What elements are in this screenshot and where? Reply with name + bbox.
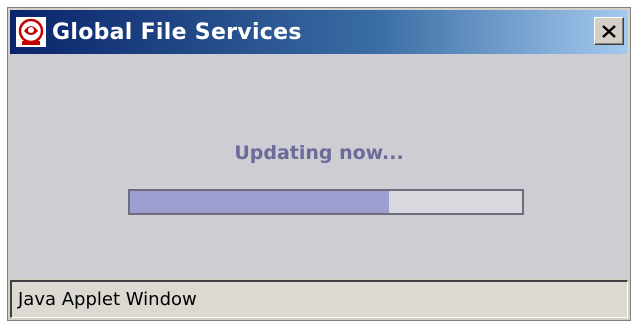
- status-message: Updating now...: [234, 142, 404, 164]
- content-panel: Updating now...: [10, 54, 628, 278]
- close-icon: [602, 24, 616, 38]
- progress-fill: [130, 191, 389, 213]
- status-bar: Java Applet Window: [10, 280, 628, 318]
- window-title: Global File Services: [52, 19, 302, 45]
- title-bar[interactable]: Global File Services: [10, 10, 628, 54]
- status-bar-text: Java Applet Window: [18, 289, 197, 310]
- applet-window: Global File Services Updating now... Jav…: [7, 7, 631, 321]
- progress-bar: [128, 189, 524, 215]
- app-logo-icon: [16, 17, 46, 47]
- close-button[interactable]: [594, 17, 624, 45]
